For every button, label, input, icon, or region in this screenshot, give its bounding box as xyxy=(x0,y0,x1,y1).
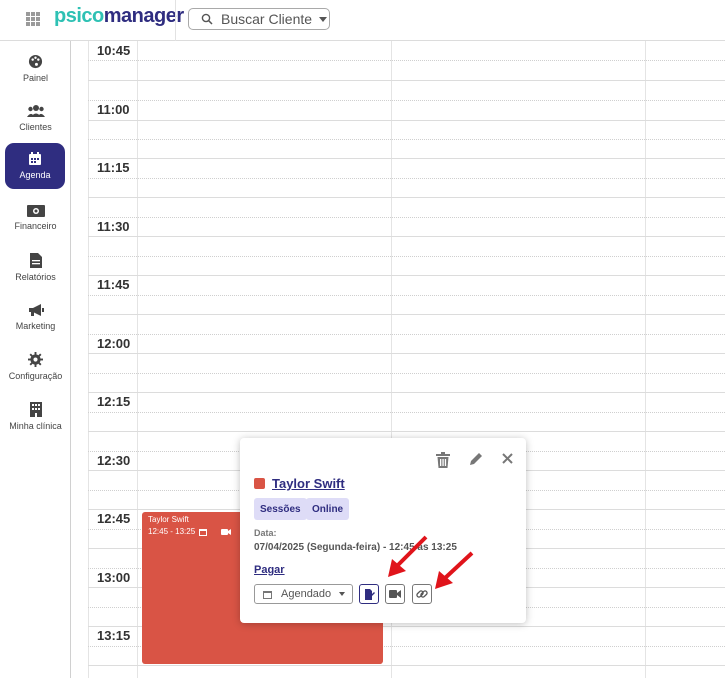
tag-online: Online xyxy=(306,498,350,520)
grid-line-minor xyxy=(88,373,725,374)
annotation-arrow-icon xyxy=(388,535,428,577)
status-select[interactable]: Agendado xyxy=(254,584,353,604)
sidebar-item-relatorios[interactable]: Relatórios xyxy=(0,244,71,290)
grid-line xyxy=(88,392,725,393)
grid-line-minor xyxy=(88,412,725,413)
client-search-dropdown[interactable]: Buscar Cliente xyxy=(188,8,330,30)
client-name-link[interactable]: Taylor Swift xyxy=(272,476,345,491)
grid-line xyxy=(88,314,725,315)
grid-line xyxy=(88,275,725,276)
time-label: 11:30 xyxy=(97,219,130,234)
file-icon xyxy=(29,252,42,268)
apps-grid-icon[interactable] xyxy=(26,12,40,26)
date-label: Data: xyxy=(254,528,277,538)
session-notes-button[interactable] xyxy=(359,584,379,604)
tag-sessoes: Sessões xyxy=(254,498,307,520)
chevron-down-icon xyxy=(319,16,328,22)
grid-line-minor xyxy=(88,217,725,218)
sidebar-item-marketing[interactable]: Marketing xyxy=(0,294,71,340)
pencil-icon[interactable] xyxy=(468,452,483,467)
grid-line xyxy=(88,236,725,237)
megaphone-icon xyxy=(28,304,44,316)
sidebar-item-label: Agenda xyxy=(19,170,51,180)
sidebar-item-label: Minha clínica xyxy=(9,420,62,431)
users-icon xyxy=(26,105,45,117)
top-divider xyxy=(175,0,176,41)
time-gutter-divider xyxy=(88,41,89,678)
chevron-down-icon xyxy=(339,592,346,596)
event-time: 12:45 - 13:25 xyxy=(148,527,196,536)
sidebar-item-label: Relatórios xyxy=(15,271,56,282)
event-details-popover: Taylor Swift Sessões Online Data: 07/04/… xyxy=(240,438,526,623)
grid-line xyxy=(88,431,725,432)
sidebar-item-label: Painel xyxy=(22,72,49,83)
building-icon xyxy=(29,401,42,417)
sidebar-item-minha-clinica[interactable]: Minha clínica xyxy=(0,393,71,439)
video-call-button[interactable] xyxy=(385,584,405,604)
grid-line-minor xyxy=(88,60,725,61)
sidebar-item-label: Clientes xyxy=(19,122,52,132)
calendar-icon xyxy=(29,152,41,165)
time-label: 10:45 xyxy=(97,43,131,58)
event-color-swatch xyxy=(254,478,265,489)
palette-icon xyxy=(28,54,43,68)
sidebar-item-label: Marketing xyxy=(15,321,56,331)
grid-line-minor xyxy=(88,295,725,296)
grid-line-minor xyxy=(88,334,725,335)
calendar-check-icon xyxy=(199,528,208,536)
time-label: 12:45 xyxy=(97,511,131,526)
sidebar-item-label: Configuração xyxy=(8,370,63,381)
sidebar-item-clientes[interactable]: Clientes xyxy=(0,95,71,141)
grid-line-minor xyxy=(88,100,725,101)
app-logo[interactable]: psicomanager xyxy=(54,5,184,28)
time-label: 12:30 xyxy=(97,453,131,468)
money-icon xyxy=(26,205,45,217)
sidebar: Painel Clientes Agenda Financeiro Relató… xyxy=(0,41,71,678)
status-value: Agendado xyxy=(281,588,332,600)
grid-line xyxy=(88,353,725,354)
search-icon xyxy=(201,13,213,25)
time-label: 11:45 xyxy=(97,277,130,292)
sidebar-item-financeiro[interactable]: Financeiro xyxy=(0,195,71,241)
close-icon[interactable] xyxy=(502,453,513,464)
video-icon xyxy=(389,590,401,598)
grid-line xyxy=(88,120,725,121)
file-signature-icon xyxy=(364,588,375,600)
grid-line xyxy=(88,80,725,81)
top-bar: psicomanager Buscar Cliente xyxy=(0,0,725,41)
sidebar-item-configuracao[interactable]: Configuração xyxy=(0,343,71,389)
video-icon xyxy=(221,528,232,535)
sidebar-item-agenda[interactable]: Agenda xyxy=(5,143,65,189)
time-label: 12:00 xyxy=(97,336,131,351)
time-label: 11:00 xyxy=(97,102,130,117)
grid-line-minor xyxy=(88,139,725,140)
grid-line xyxy=(88,665,725,666)
column-divider xyxy=(137,41,138,678)
annotation-arrow-icon xyxy=(435,551,474,589)
time-label: 12:15 xyxy=(97,394,131,409)
calendar-icon xyxy=(263,590,272,599)
grid-line-minor xyxy=(88,256,725,257)
grid-line-minor xyxy=(88,178,725,179)
column-divider xyxy=(645,41,646,678)
grid-line xyxy=(88,158,725,159)
time-label: 11:15 xyxy=(97,160,130,175)
link-icon xyxy=(416,590,428,598)
pay-link[interactable]: Pagar xyxy=(254,564,285,576)
search-label: Buscar Cliente xyxy=(221,11,313,27)
sidebar-item-painel[interactable]: Painel xyxy=(0,45,71,91)
time-label: 13:00 xyxy=(97,570,131,585)
sidebar-item-label: Financeiro xyxy=(14,221,57,231)
trash-icon[interactable] xyxy=(436,452,450,468)
gear-icon xyxy=(28,351,43,367)
grid-line xyxy=(88,197,725,198)
time-label: 13:15 xyxy=(97,628,131,643)
